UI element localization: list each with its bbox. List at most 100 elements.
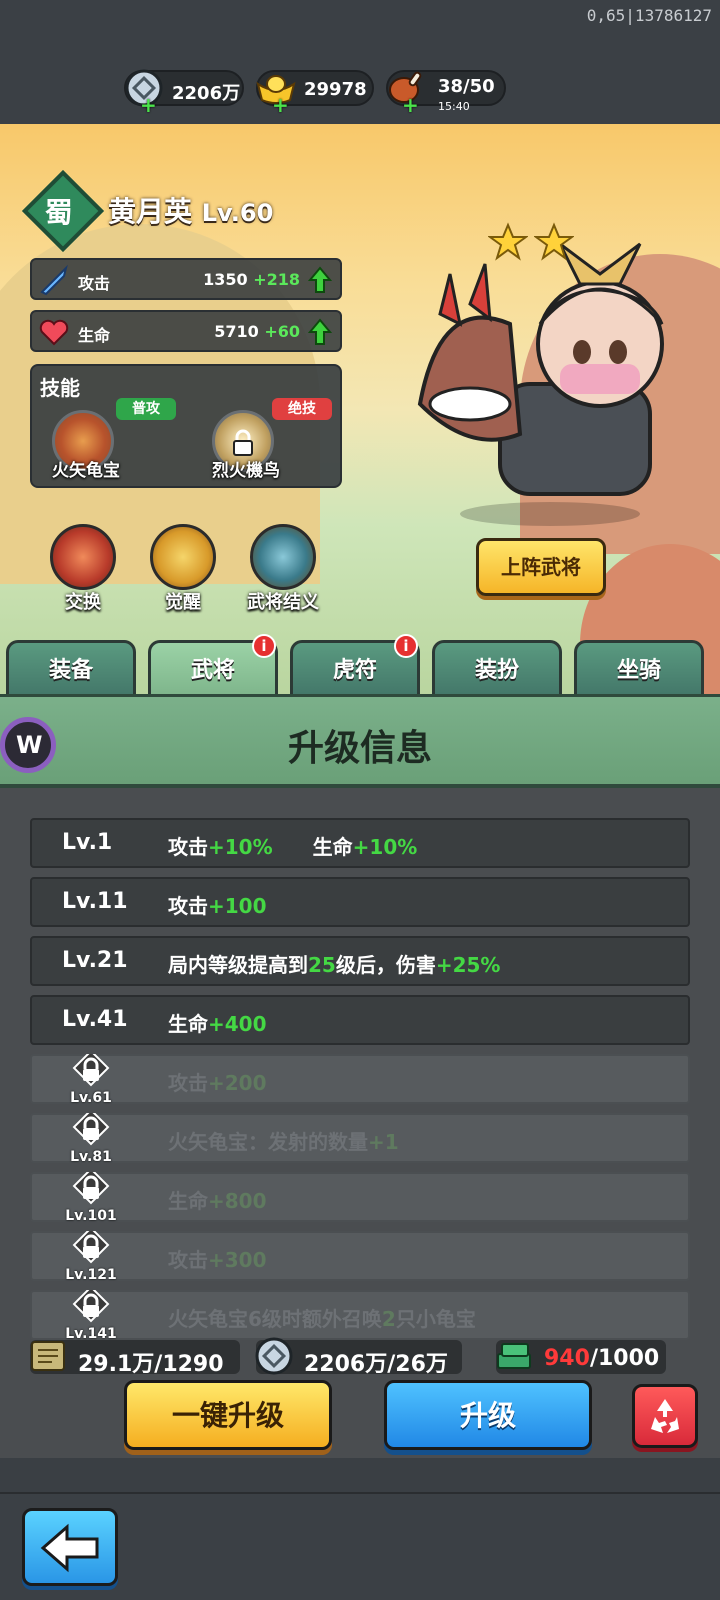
top-bar: 0,65|13786127 2206万 + 29978 + 38/50 15:4… <box>0 0 720 124</box>
tab-mount[interactable]: 坐骑 <box>574 640 704 694</box>
stamina-value: 38/50 <box>438 76 495 97</box>
effect-text: 攻击 <box>168 835 208 859</box>
upgrade-row: Lv.41 生命+400 <box>30 995 690 1045</box>
tab-equipment[interactable]: 装备 <box>6 640 136 694</box>
bonus-value: +800 <box>208 1189 267 1213</box>
hero-name: 黄月英 Lv.60 <box>108 195 274 228</box>
hp-value: 5710 <box>214 322 259 341</box>
row-description: 攻击+300 <box>168 1244 267 1273</box>
notification-badge: i <box>252 634 276 658</box>
effect-text: 火矢龟宝：发射的数量 <box>168 1130 368 1154</box>
row-description: 生命+400 <box>168 1008 267 1037</box>
bonus-value: +1 <box>368 1130 399 1154</box>
tab-outfit[interactable]: 装扮 <box>432 640 562 694</box>
notification-badge: i <box>394 634 418 658</box>
sworn-brother-button[interactable]: 武将结义 <box>238 524 328 624</box>
row-description: 攻击+100 <box>168 890 267 919</box>
upgrade-button[interactable]: 升级 <box>384 1380 592 1450</box>
row-level: Lv.121 <box>65 1267 117 1283</box>
upgrade-row: Lv.141 火矢龟宝6级时额外召唤2只小龟宝 <box>30 1285 690 1342</box>
awaken-button[interactable]: 觉醒 <box>138 524 228 624</box>
bonus-value: +10% <box>352 835 418 859</box>
skill-normal-attack[interactable]: 普攻 火矢龟宝 <box>36 396 176 486</box>
row-description: 局内等级提高到25级后，伤害+25% <box>168 949 500 978</box>
row-description: 火矢龟宝：发射的数量+1 <box>168 1126 399 1155</box>
effect-text: 攻击 <box>168 1248 208 1272</box>
effect-text: 生命 <box>168 1012 208 1036</box>
bonus-value: +10% <box>208 835 273 859</box>
lock-icon: Lv.61 <box>66 1049 116 1106</box>
upgrade-row: Lv.101 生命+800 <box>30 1167 690 1224</box>
hero-scene: 蜀 黄月英 Lv.60 攻击 1350 +218 生命 5710 +60 技能 … <box>0 124 720 696</box>
effect-text: 只小龟宝 <box>395 1307 476 1331</box>
scroll-cost-value: 29.1万/1290 <box>78 1352 224 1377</box>
stamina-timer: 15:40 <box>438 100 470 113</box>
add-gold-icon[interactable]: + <box>272 95 289 115</box>
coin-cost: 2206万/26万 <box>255 1337 462 1377</box>
gold-value: 29978 <box>304 79 367 100</box>
row-level: Lv.11 <box>62 889 128 914</box>
upgrade-list[interactable]: Lv.1 攻击+10% 生命+10% Lv.11 攻击+100 Lv.21 局内等级提高到… <box>30 818 690 1348</box>
effect-text: 生命 <box>168 1189 208 1213</box>
row-level: Lv.41 <box>62 1007 128 1032</box>
attack-value: 1350 <box>203 270 248 289</box>
coin-resource[interactable]: 2206万 + <box>124 69 244 115</box>
bonus-value: +400 <box>208 1012 267 1036</box>
lock-icon: Lv.141 <box>65 1285 117 1342</box>
stamina-resource[interactable]: 38/50 15:40 + <box>386 70 506 115</box>
add-stamina-icon[interactable]: + <box>402 95 419 115</box>
deploy-hero-button[interactable]: 上阵武将 <box>476 538 606 596</box>
bonus-value: +200 <box>208 1071 267 1095</box>
effect-text: 攻击 <box>168 1071 208 1095</box>
row-level: Lv.61 <box>70 1090 112 1106</box>
effect-text: 生命 <box>272 835 353 859</box>
coin-icon <box>255 1337 293 1375</box>
coin-value: 2206万 <box>172 83 241 104</box>
panel-header: W 升级信息 <box>0 694 720 788</box>
one-key-upgrade-button[interactable]: 一键升级 <box>124 1380 332 1450</box>
skills-panel: 技能 普攻 火矢龟宝 绝技 烈火機鸟 <box>30 364 342 488</box>
attack-stat: 攻击 1350 +218 <box>30 258 342 300</box>
arrow-up-icon <box>308 318 332 345</box>
sword-icon <box>40 264 68 296</box>
lock-icon: Lv.121 <box>65 1226 117 1283</box>
gold-resource[interactable]: 29978 + <box>256 70 374 115</box>
scroll-icon <box>31 1341 65 1371</box>
back-button[interactable] <box>22 1508 118 1586</box>
bonus-value: +100 <box>208 894 267 918</box>
bonus-value: 25 <box>308 953 336 977</box>
bonus-value: +25% <box>435 953 501 977</box>
upgrade-row: Lv.21 局内等级提高到25级后，伤害+25% <box>30 936 690 986</box>
jade-stack-icon <box>497 1343 531 1369</box>
effect-text: 局内等级提高到 <box>168 953 308 977</box>
row-level: Lv.101 <box>65 1208 117 1224</box>
effect-text: 攻击 <box>168 894 208 918</box>
awaken-icon <box>150 524 216 590</box>
attack-bonus: +218 <box>253 270 300 289</box>
arrow-left-icon <box>40 1523 99 1573</box>
upgrade-row: Lv.121 攻击+300 <box>30 1226 690 1283</box>
upgrade-row: Lv.61 攻击+200 <box>30 1049 690 1106</box>
row-description: 生命+800 <box>168 1185 267 1214</box>
row-description: 攻击+10% 生命+10% <box>168 831 417 860</box>
skill-ultimate[interactable]: 绝技 烈火機鸟 <box>196 396 332 486</box>
upgrade-panel: Lv.1 攻击+10% 生命+10% Lv.11 攻击+100 Lv.21 局内等级提高到… <box>0 788 720 1458</box>
jade-have: 940 <box>544 1346 590 1371</box>
swap-button[interactable]: 交换 <box>38 524 128 624</box>
upgrade-row: Lv.1 攻击+10% 生命+10% <box>30 818 690 868</box>
bonus-value: 2 <box>381 1307 396 1331</box>
hero-level: Lv.60 <box>201 199 274 227</box>
row-description: 火矢龟宝6级时额外召唤2只小龟宝 <box>168 1303 476 1332</box>
jade-need: /1000 <box>589 1346 660 1371</box>
sworn-brother-icon <box>250 524 316 590</box>
bonus-value: +300 <box>208 1248 267 1272</box>
recycle-button[interactable] <box>632 1384 698 1448</box>
arrow-up-icon <box>308 266 332 293</box>
row-level: Lv.81 <box>70 1149 112 1165</box>
row-level: Lv.21 <box>62 948 128 973</box>
debug-text: 0,65|13786127 <box>586 6 712 25</box>
add-coin-icon[interactable]: + <box>140 95 157 115</box>
lock-icon <box>233 429 253 456</box>
lock-icon: Lv.81 <box>66 1108 116 1165</box>
scroll-cost: 29.1万/1290 <box>30 1340 240 1377</box>
